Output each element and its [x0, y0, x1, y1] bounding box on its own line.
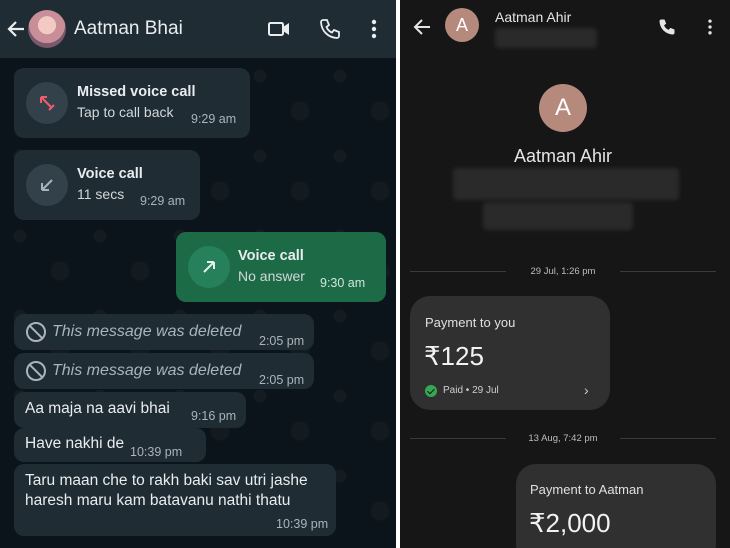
deleted-icon — [26, 322, 46, 342]
whatsapp-chat-screen: Aatman Bhai Missed voice call Tap to cal… — [0, 0, 396, 548]
message-text-line-1: Taru maan che to rakh baki sav utri jash… — [25, 472, 308, 489]
call-title: Missed voice call — [77, 84, 196, 100]
blurred-phone-number — [495, 28, 597, 48]
contact-avatar[interactable] — [28, 10, 66, 48]
call-subtitle: No answer — [238, 268, 305, 284]
transaction-date: 13 Aug, 7:42 pm — [528, 433, 598, 444]
outgoing-call-icon — [188, 246, 230, 288]
message-time: 9:30 am — [320, 276, 366, 290]
message-text: Have nakhi de — [25, 435, 125, 452]
missed-call-message[interactable]: Missed voice call Tap to call back 9:29 … — [14, 68, 250, 138]
message-text: Aa maja na aavi bhai — [25, 400, 170, 417]
payment-card[interactable]: Payment to Aatman ₹2,000 — [516, 464, 716, 548]
deleted-text: This message was deleted — [52, 362, 242, 379]
deleted-icon — [26, 361, 46, 381]
payment-title: Payment to Aatman — [530, 482, 644, 497]
payment-status: Paid • 29 Jul — [443, 385, 499, 396]
back-arrow-icon[interactable] — [412, 16, 432, 38]
chat-header: Aatman Bhai — [0, 0, 396, 58]
transaction-date: 29 Jul, 1:26 pm — [530, 266, 596, 277]
call-title: Voice call — [238, 248, 304, 264]
payment-title: Payment to you — [425, 315, 516, 330]
header-contact-name: Aatman Ahir — [495, 9, 572, 25]
deleted-text: This message was deleted — [52, 323, 242, 340]
text-message[interactable]: Taru maan che to rakh baki sav utri jash… — [14, 464, 336, 536]
chevron-right-icon[interactable]: › — [584, 382, 589, 398]
video-call-icon[interactable] — [267, 17, 291, 41]
back-arrow-icon[interactable] — [6, 17, 26, 41]
missed-call-icon — [26, 82, 68, 124]
deleted-message[interactable]: This message was deleted 2:05 pm — [14, 353, 314, 389]
phone-icon[interactable] — [318, 17, 342, 41]
gpay-chat-screen: A Aatman Ahir A Aatman Ahir 29 Jul, 1:26… — [400, 0, 730, 548]
contact-avatar-large: A — [539, 84, 587, 132]
deleted-message[interactable]: This message was deleted 2:05 pm — [14, 314, 314, 350]
message-time: 9:16 pm — [191, 409, 237, 423]
text-message[interactable]: Aa maja na aavi bhai 9:16 pm — [14, 392, 246, 428]
call-subtitle: Tap to call back — [77, 104, 174, 120]
payment-amount: ₹125 — [424, 341, 484, 371]
message-time: 10:39 pm — [276, 517, 329, 531]
message-time: 10:39 pm — [130, 445, 183, 459]
blurred-details-2 — [483, 202, 633, 230]
more-vert-icon[interactable] — [700, 17, 720, 37]
message-time: 9:29 am — [191, 112, 237, 126]
call-subtitle: 11 secs — [77, 186, 125, 202]
payment-amount: ₹2,000 — [529, 508, 611, 538]
blurred-details-1 — [453, 168, 679, 200]
contact-name[interactable]: Aatman Bhai — [74, 18, 183, 40]
voice-call-message[interactable]: Voice call 11 secs 9:29 am — [14, 150, 200, 220]
message-time: 2:05 pm — [259, 373, 305, 387]
phone-icon[interactable] — [657, 17, 677, 37]
contact-avatar-small[interactable]: A — [445, 8, 479, 42]
outgoing-voice-call-message[interactable]: Voice call No answer 9:30 am — [176, 232, 386, 302]
more-vert-icon[interactable] — [362, 17, 386, 41]
text-message[interactable]: Have nakhi de 10:39 pm — [14, 428, 206, 462]
payment-card[interactable]: Payment to you ₹125 Paid • 29 Jul › — [410, 296, 610, 410]
incoming-call-icon — [26, 164, 68, 206]
message-time: 2:05 pm — [259, 334, 305, 348]
profile-name: Aatman Ahir — [513, 146, 613, 166]
call-title: Voice call — [77, 166, 143, 182]
check-circle-icon — [425, 385, 437, 397]
message-time: 9:29 am — [140, 194, 186, 208]
message-text-line-2: haresh maru kam batavanu nathi thatu — [25, 492, 291, 509]
